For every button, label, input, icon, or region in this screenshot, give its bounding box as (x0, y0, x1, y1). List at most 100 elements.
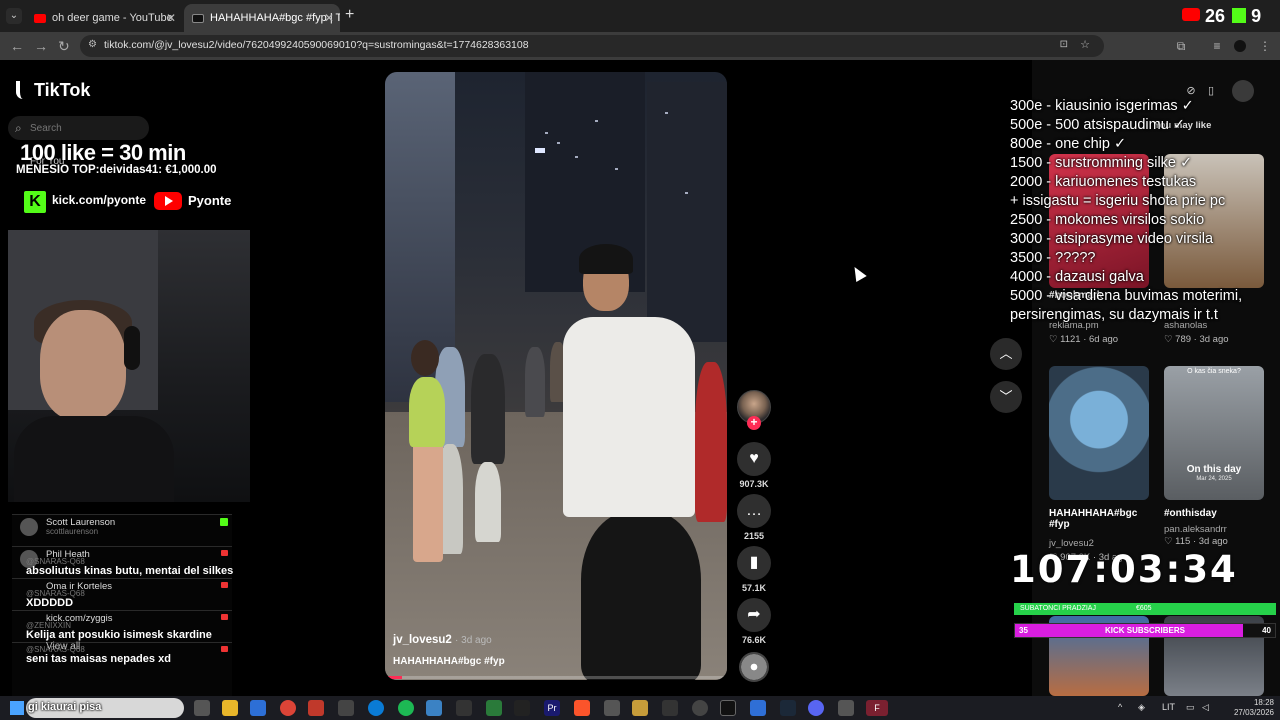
chat-message: Oma ir Korteles @SNARAS-Q68 XDDDDD (12, 578, 232, 610)
main-subject (579, 244, 633, 274)
steam-icon[interactable] (780, 700, 796, 716)
edge-icon[interactable] (368, 700, 384, 716)
window-light (545, 132, 548, 134)
terminal-icon[interactable] (720, 700, 736, 716)
youtube-badge-icon (221, 646, 228, 652)
search-box[interactable]: ⌕ (8, 116, 149, 140)
app-icon[interactable] (456, 700, 472, 716)
goal-item: 5000 - visa diena buvimas moterimi, (1010, 288, 1243, 304)
tray-app-icon[interactable]: ◈ (1138, 702, 1145, 713)
address-bar[interactable]: ⚙ tiktok.com/@jv_lovesu2/video/762049924… (80, 35, 1104, 57)
taskbar-search[interactable]: gi kiaurai pisa (26, 698, 184, 718)
media-controls-icon[interactable]: ≡ (1210, 39, 1224, 53)
bookmark-star-icon[interactable]: ☆ (1080, 38, 1090, 51)
app-icon[interactable] (426, 700, 442, 716)
youtube-favicon-icon (34, 14, 46, 23)
next-video-button[interactable]: ﹀ (990, 381, 1022, 413)
card-likes-and-age: ♡ 115 · 3d ago (1164, 536, 1228, 547)
chat-overlay-last-message: gi kiaurai pisa (28, 701, 102, 713)
share-button[interactable]: ➦ (737, 598, 771, 632)
store-icon[interactable] (250, 700, 266, 716)
tab-title: oh deer game - YouTube (52, 12, 173, 24)
comment-button[interactable]: … (737, 494, 771, 528)
language-indicator[interactable]: LIT (1162, 702, 1175, 712)
app-icon[interactable] (308, 700, 324, 716)
app-icon[interactable] (514, 700, 530, 716)
site-info-icon[interactable]: ⚙ (88, 39, 97, 50)
chat-message: kick.com/zyggis @ZENIXXIN Kelija ant pos… (12, 610, 232, 642)
file-explorer-icon[interactable] (222, 700, 238, 716)
previous-video-button[interactable]: ︿ (990, 338, 1022, 370)
url-path: /@jv_lovesu2/video/7620499240590069010?q… (151, 39, 529, 51)
pedestrian (525, 347, 545, 417)
app-icon[interactable] (486, 700, 502, 716)
new-tab-button[interactable]: + (345, 6, 354, 24)
tab-tiktok[interactable]: HAHAHHAHA#bgc #fyp | TikTok ✕ (184, 4, 340, 32)
window-light (575, 156, 578, 158)
pedestrian (411, 340, 439, 376)
street-lamp (535, 148, 545, 153)
kick-subscribers-bar: 35 KICK SUBSCRIBERS 40 (1014, 623, 1276, 638)
youtube-badge-icon (221, 582, 228, 588)
obs-icon[interactable] (692, 700, 708, 716)
search-input[interactable] (30, 119, 140, 137)
app-icon[interactable]: F (866, 700, 888, 716)
stream-chat: Scott Laurenson scottlaurenson Phil Heat… (12, 514, 234, 696)
video-thumbnail[interactable]: O kas čia sneka? On this day Mar 24, 202… (1164, 366, 1264, 500)
tiktok-logo-text: TikTok (34, 80, 91, 100)
app-icon[interactable] (632, 700, 648, 716)
card-author[interactable]: pan.aleksandrr (1164, 524, 1227, 535)
extensions-icon[interactable]: ⧉ (1174, 39, 1188, 53)
app-icon[interactable] (604, 700, 620, 716)
music-disc-icon[interactable] (739, 652, 769, 682)
view-all-comments[interactable]: View all (46, 641, 80, 652)
mouse-cursor-icon (849, 263, 867, 283)
app-icon[interactable] (838, 700, 854, 716)
video-thumbnail[interactable] (1049, 366, 1149, 500)
network-icon[interactable]: ▭ (1186, 702, 1195, 713)
tab-youtube[interactable]: oh deer game - YouTube ✕ (26, 4, 182, 32)
chat-message: @SNARAS-Q68 seni tas maisas nepades xd (12, 642, 232, 674)
volume-icon[interactable]: ◁ (1202, 702, 1209, 713)
system-clock[interactable]: 18:28 27/03/2026 (1218, 698, 1274, 718)
app-icon[interactable] (338, 700, 354, 716)
follow-plus-icon[interactable]: + (747, 416, 761, 430)
install-app-icon[interactable]: ⊡ (1060, 39, 1068, 50)
chrome-icon[interactable] (280, 700, 296, 716)
task-view-icon[interactable] (194, 700, 210, 716)
app-icon[interactable] (750, 700, 766, 716)
spotify-icon[interactable] (398, 700, 414, 716)
brave-icon[interactable] (574, 700, 590, 716)
pedestrian (409, 377, 445, 447)
discord-icon[interactable] (808, 700, 824, 716)
card-title: HAHAHHAHA#bgc #fyp (1049, 508, 1138, 530)
windows-start-icon[interactable] (10, 701, 24, 715)
tray-chevron-icon[interactable]: ^ (1118, 702, 1122, 712)
tab-search-button[interactable]: ⌄ (6, 8, 22, 24)
kick-subs-goal: 40 (1262, 626, 1271, 635)
video-author[interactable]: jv_lovesu2 · 3d ago (393, 634, 492, 646)
save-button[interactable]: ▮ (737, 546, 771, 580)
goal-item: persirengimas, su dazymais ir t.t (1010, 307, 1218, 323)
premiere-icon[interactable]: Pr (544, 700, 560, 716)
youtube-count: 26 (1205, 6, 1226, 26)
kick-subs-current: 35 (1019, 626, 1028, 635)
tiktok-logo[interactable]: TikTok (16, 80, 90, 101)
author-name[interactable]: jv_lovesu2 (393, 634, 452, 646)
like-button[interactable]: ♥ (737, 442, 771, 476)
close-tab-icon[interactable]: ✕ (324, 6, 334, 30)
reload-button[interactable]: ↻ (58, 38, 70, 54)
close-tab-icon[interactable]: ✕ (166, 6, 176, 30)
forward-button[interactable]: → (34, 38, 48, 54)
chevron-up-icon: ︿ (999, 346, 1013, 361)
profile-avatar-icon[interactable] (1234, 40, 1246, 52)
goal-item: 800e - one chip ✓ (1010, 136, 1127, 152)
window-light (595, 120, 598, 122)
browser-menu-icon[interactable]: ⋮ (1258, 39, 1272, 53)
app-icon[interactable] (662, 700, 678, 716)
back-button[interactable]: ← (10, 38, 24, 54)
video-progress[interactable] (385, 676, 727, 679)
goal-item: 2000 - kariuomenes testukas (1010, 174, 1197, 190)
video-player[interactable]: jv_lovesu2 · 3d ago HAHAHHAHA#bgc #fyp (385, 72, 727, 680)
chat-text: absoliutus kinas butu, mentai del silkes (26, 565, 234, 577)
